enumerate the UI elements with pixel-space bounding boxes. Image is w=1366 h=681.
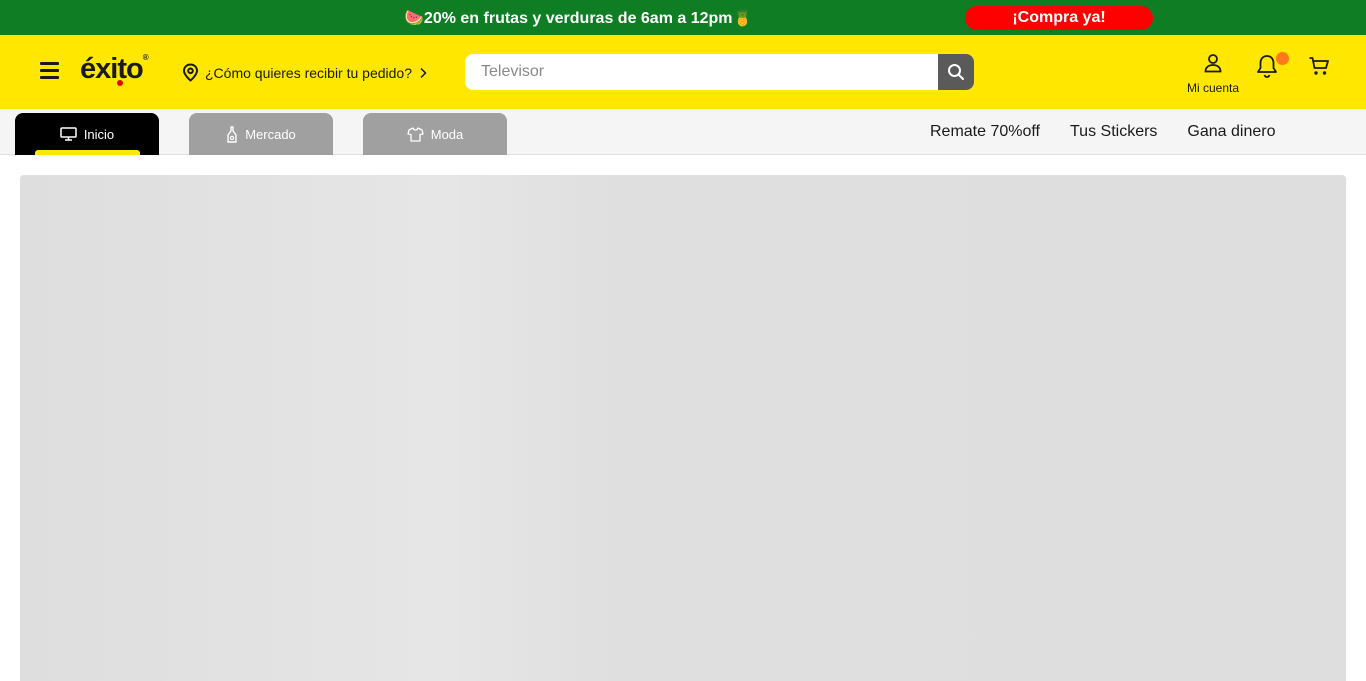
account-label: Mi cuenta	[1186, 81, 1240, 95]
promo-bar: 🍉20% en frutas y verduras de 6am a 12pm🍍…	[0, 0, 1366, 35]
active-tab-indicator	[35, 150, 140, 155]
nav-links: Remate 70%off Tus Stickers Gana dinero	[930, 123, 1275, 141]
promo-cta-button[interactable]: ¡Compra ya!	[965, 6, 1153, 30]
tab-moda[interactable]: Moda	[363, 113, 507, 155]
tab-label: Mercado	[245, 126, 296, 142]
bottle-icon	[227, 125, 237, 143]
nav-link-stickers[interactable]: Tus Stickers	[1070, 123, 1157, 141]
hero-banner-placeholder	[20, 175, 1346, 681]
category-nav: Inicio Mercado Moda Remate 70%off Tus St…	[0, 109, 1366, 155]
menu-icon[interactable]	[40, 62, 59, 79]
monitor-icon	[60, 127, 77, 141]
header: éxito® ¿Cómo quieres recibir tu pedido? …	[0, 35, 1366, 109]
account-button[interactable]: Mi cuenta	[1178, 53, 1248, 95]
cart-button[interactable]	[1308, 55, 1330, 82]
chevron-right-icon	[420, 67, 427, 78]
nav-link-remate[interactable]: Remate 70%off	[930, 123, 1040, 141]
tab-label: Inicio	[83, 126, 115, 142]
user-icon	[1204, 54, 1222, 73]
notification-badge	[1276, 52, 1289, 65]
delivery-selector[interactable]: ¿Cómo quieres recibir tu pedido?	[182, 63, 428, 82]
search-icon	[948, 64, 964, 80]
logo-dot	[117, 80, 123, 86]
tab-mercado[interactable]: Mercado	[189, 113, 333, 155]
cart-icon	[1309, 57, 1329, 75]
notifications-button[interactable]	[1255, 52, 1289, 84]
logo[interactable]: éxito®	[80, 53, 149, 86]
nav-link-gana-dinero[interactable]: Gana dinero	[1187, 123, 1275, 141]
delivery-label: ¿Cómo quieres recibir tu pedido?	[205, 64, 412, 81]
promo-text[interactable]: 🍉20% en frutas y verduras de 6am a 12pm🍍	[404, 8, 752, 28]
tab-label: Moda	[430, 126, 464, 142]
shirt-icon	[407, 126, 424, 142]
logo-text: éxito	[80, 53, 144, 85]
tab-inicio[interactable]: Inicio	[15, 113, 159, 155]
search-input[interactable]	[465, 54, 938, 90]
location-pin-icon	[182, 63, 199, 82]
search-bar	[465, 54, 974, 90]
search-button[interactable]	[938, 54, 974, 90]
